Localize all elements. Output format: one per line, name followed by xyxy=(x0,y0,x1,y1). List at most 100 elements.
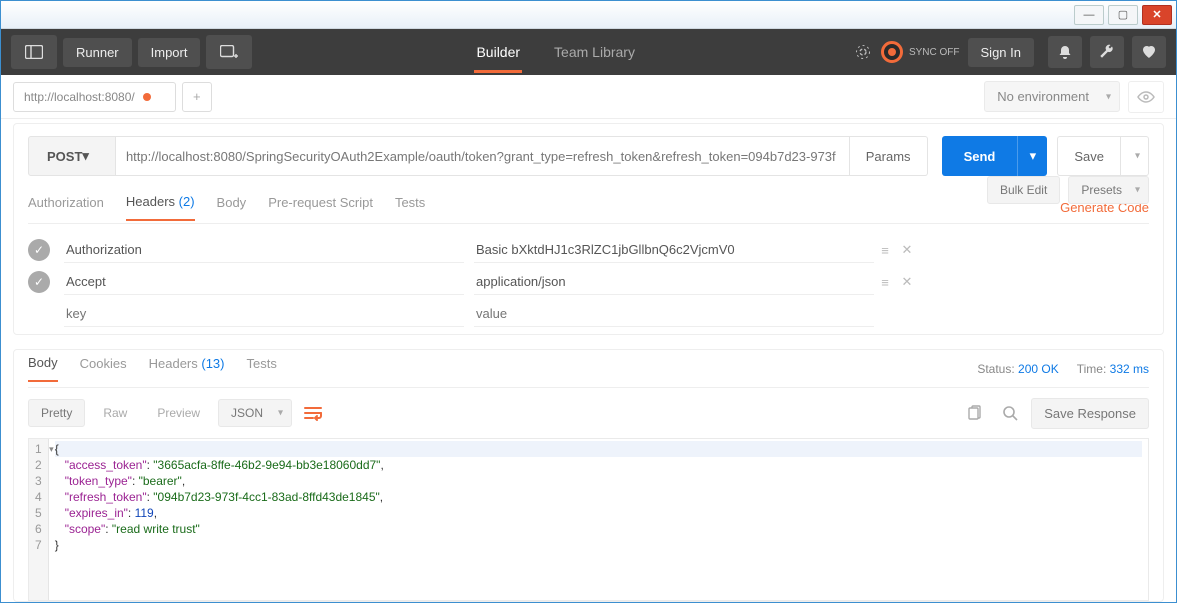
copy-icon xyxy=(966,405,982,421)
environment-label: No environment xyxy=(997,89,1089,104)
params-button[interactable]: Params xyxy=(850,136,928,176)
favorite-button[interactable] xyxy=(1132,36,1166,68)
request-tabs: Authorization Headers (2) Body Pre-reque… xyxy=(28,192,1149,224)
header-key[interactable]: Authorization xyxy=(64,237,464,263)
send-button[interactable]: Send xyxy=(942,136,1018,176)
presets-button[interactable]: Presets ▾ xyxy=(1068,176,1149,204)
runner-button[interactable]: Runner xyxy=(63,38,132,67)
new-window-button[interactable] xyxy=(206,35,252,69)
app-window: — ▢ ✕ Runner Import Builder Team Library xyxy=(0,0,1177,603)
header-value[interactable]: Basic bXktdHJ1c3RlZC1jbGllbnQ6c2VjcmV0 xyxy=(474,237,874,263)
resp-tab-headers-label: Headers xyxy=(149,356,198,371)
save-button[interactable]: Save xyxy=(1057,136,1121,176)
header-key-input[interactable] xyxy=(64,301,464,327)
sync-label: SYNC OFF xyxy=(909,47,960,58)
header-enable-toggle[interactable]: ✓ xyxy=(28,239,50,261)
window-minimize-button[interactable]: — xyxy=(1074,5,1104,25)
environment-preview-button[interactable] xyxy=(1128,81,1164,113)
sync-status[interactable]: SYNC OFF xyxy=(881,41,960,63)
nav-team-library-tab[interactable]: Team Library xyxy=(552,32,637,73)
chevron-down-icon: ▾ xyxy=(1106,91,1111,102)
http-method-select[interactable]: POST ▾ xyxy=(28,136,116,176)
save-group: Save ▾ xyxy=(1057,136,1149,176)
header-key[interactable]: Accept xyxy=(64,269,464,295)
bell-icon xyxy=(1057,44,1073,60)
presets-label: Presets xyxy=(1081,183,1122,197)
request-tab[interactable]: http://localhost:8080/ xyxy=(13,82,176,112)
resp-tab-headers[interactable]: Headers (13) xyxy=(149,356,225,381)
format-select[interactable]: JSON ▾ xyxy=(218,399,292,427)
http-method-label: POST xyxy=(47,149,82,164)
url-row: POST ▾ Params Send ▾ Save ▾ xyxy=(28,136,1149,176)
tab-headers-count: (2) xyxy=(179,194,195,209)
response-tabs: Body Cookies Headers (13) Tests Status: … xyxy=(28,350,1149,388)
search-icon xyxy=(1002,405,1018,421)
chevron-down-icon: ▾ xyxy=(82,148,89,164)
unsaved-dot-icon xyxy=(143,93,151,101)
import-button[interactable]: Import xyxy=(138,38,201,67)
sidebar-toggle-button[interactable] xyxy=(11,35,57,69)
tab-prerequest[interactable]: Pre-request Script xyxy=(268,195,373,220)
send-dropdown[interactable]: ▾ xyxy=(1017,136,1047,176)
format-label: JSON xyxy=(231,406,263,420)
tab-authorization[interactable]: Authorization xyxy=(28,195,104,220)
request-panel: POST ▾ Params Send ▾ Save ▾ Authorizatio… xyxy=(13,123,1164,335)
resp-tab-body[interactable]: Body xyxy=(28,355,58,382)
notifications-button[interactable] xyxy=(1048,36,1082,68)
response-body-editor[interactable]: 1▾ 234567 { "access_token": "3665acfa-8f… xyxy=(28,438,1149,601)
time-value: 332 ms xyxy=(1110,362,1149,376)
save-response-button[interactable]: Save Response xyxy=(1031,398,1149,429)
tab-tests[interactable]: Tests xyxy=(395,195,425,220)
header-value[interactable]: application/json xyxy=(474,269,874,295)
tab-headers-label: Headers xyxy=(126,194,175,209)
copy-response-button[interactable] xyxy=(959,399,989,427)
sign-in-button[interactable]: Sign In xyxy=(968,38,1034,67)
view-preview-button[interactable]: Preview xyxy=(145,400,212,426)
headers-list: ✓ Authorization Basic bXktdHJ1c3RlZC1jbG… xyxy=(28,234,1149,330)
resp-tab-cookies[interactable]: Cookies xyxy=(80,356,127,381)
tab-body[interactable]: Body xyxy=(217,195,247,220)
resp-tab-tests[interactable]: Tests xyxy=(247,356,277,381)
url-input[interactable] xyxy=(116,136,850,176)
window-close-button[interactable]: ✕ xyxy=(1142,5,1172,25)
new-window-icon xyxy=(219,42,239,62)
header-enable-toggle[interactable]: ✓ xyxy=(28,271,50,293)
bulk-edit-button[interactable]: Bulk Edit xyxy=(987,176,1060,204)
header-delete-icon[interactable]: ✕ xyxy=(896,274,918,290)
new-request-tab-button[interactable]: + xyxy=(182,82,212,112)
chevron-down-icon: ▾ xyxy=(1135,151,1140,162)
fold-icon[interactable]: ▾ xyxy=(49,441,54,457)
header-drag-icon[interactable]: ≡ xyxy=(874,275,896,290)
header-tools: Bulk Edit Presets ▾ xyxy=(987,176,1149,204)
wrap-icon xyxy=(303,405,323,421)
view-pretty-button[interactable]: Pretty xyxy=(28,399,85,427)
tab-headers[interactable]: Headers (2) xyxy=(126,194,195,221)
header-row-new xyxy=(28,298,1149,330)
chevron-down-icon: ▾ xyxy=(1030,148,1037,164)
toolbar-right: SYNC OFF Sign In xyxy=(853,36,1166,68)
search-response-button[interactable] xyxy=(995,399,1025,427)
heart-icon xyxy=(1141,44,1157,60)
environment-select[interactable]: No environment ▾ xyxy=(984,81,1120,112)
view-raw-button[interactable]: Raw xyxy=(91,400,139,426)
chevron-down-icon: ▾ xyxy=(278,408,283,419)
settings-button[interactable] xyxy=(1090,36,1124,68)
response-meta: Status: 200 OK Time: 332 ms xyxy=(977,362,1149,376)
main-nav: Builder Team Library xyxy=(258,32,852,73)
eye-icon xyxy=(1137,91,1155,103)
status-value: 200 OK xyxy=(1018,362,1059,376)
code-lines: { "access_token": "3665acfa-8ffe-46b2-9e… xyxy=(49,439,1148,600)
response-toolbar: Pretty Raw Preview JSON ▾ xyxy=(28,388,1149,438)
window-maximize-button[interactable]: ▢ xyxy=(1108,5,1138,25)
nav-builder-tab[interactable]: Builder xyxy=(474,32,522,73)
header-value-input[interactable] xyxy=(474,301,874,327)
line-wrap-toggle[interactable] xyxy=(298,399,328,427)
sidebar-icon xyxy=(24,42,44,62)
request-tab-bar: http://localhost:8080/ + No environment … xyxy=(1,75,1176,119)
interceptor-icon[interactable] xyxy=(853,42,873,62)
save-dropdown[interactable]: ▾ xyxy=(1121,136,1149,176)
header-delete-icon[interactable]: ✕ xyxy=(896,242,918,258)
resp-tab-headers-count: (13) xyxy=(201,356,224,371)
header-drag-icon[interactable]: ≡ xyxy=(874,243,896,258)
chevron-down-icon: ▾ xyxy=(1135,185,1140,196)
